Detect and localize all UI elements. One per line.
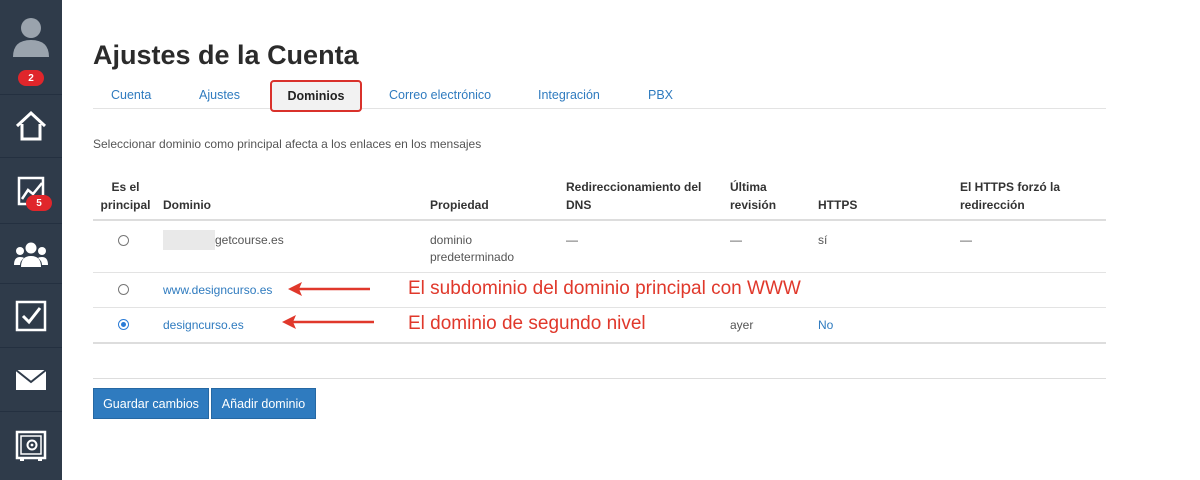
tab-integracion[interactable]: Integración xyxy=(538,88,600,102)
header-property: Propiedad xyxy=(430,198,489,212)
annotation-second-level: El dominio de segundo nivel xyxy=(408,313,646,334)
row-divider xyxy=(93,307,1106,308)
principal-radio[interactable] xyxy=(118,319,129,330)
form-footer-divider xyxy=(93,378,1106,379)
header-principal: Es el principal xyxy=(100,180,151,212)
tab-pbx[interactable]: PBX xyxy=(648,88,673,102)
sidebar-item-stats[interactable]: 5 xyxy=(0,158,62,224)
property-value: dominio predeterminado xyxy=(430,233,515,264)
sidebar-item-safe[interactable] xyxy=(0,412,62,480)
header-domain: Dominio xyxy=(163,198,211,212)
tab-correo[interactable]: Correo electrónico xyxy=(389,88,491,102)
sidebar-item-tasks[interactable] xyxy=(0,284,62,348)
header-forced-redirect: El HTTPS forzó la redirección xyxy=(960,180,1061,212)
users-icon xyxy=(14,242,48,267)
tab-cuenta[interactable]: Cuenta xyxy=(111,88,151,102)
sidebar: 2 5 xyxy=(0,0,62,480)
row-divider xyxy=(93,272,1106,273)
table-bottom-border xyxy=(93,342,1106,344)
notifications-badge: 2 xyxy=(18,70,44,86)
tabs-bar: Cuenta Ajustes Dominios Correo electróni… xyxy=(93,80,1106,112)
sidebar-item-home[interactable] xyxy=(0,95,62,158)
mail-icon xyxy=(15,368,47,390)
sidebar-item-mail[interactable] xyxy=(0,348,62,412)
header-dns: Redireccionamiento del DNS xyxy=(566,180,702,212)
dns-value: — xyxy=(566,233,578,247)
annotation-subdomain: El subdominio del dominio principal con … xyxy=(408,278,805,300)
sidebar-item-users[interactable] xyxy=(0,224,62,284)
revision-value: — xyxy=(730,233,742,247)
tab-dominios[interactable]: Dominios xyxy=(270,80,362,112)
domain-link[interactable]: www.designcurso.es xyxy=(163,282,272,299)
domain-link[interactable]: designcurso.es xyxy=(163,317,244,334)
tab-ajustes[interactable]: Ajustes xyxy=(199,88,240,102)
blurred-subdomain xyxy=(163,230,215,250)
description-text: Seleccionar dominio como principal afect… xyxy=(93,137,482,151)
profile-menu[interactable]: 2 xyxy=(0,0,62,95)
domain-name: getcourse.es xyxy=(215,233,284,247)
home-icon xyxy=(15,110,47,141)
forced-redirect-value: — xyxy=(960,233,972,247)
add-domain-button[interactable]: Añadir dominio xyxy=(211,388,316,419)
revision-value: ayer xyxy=(730,318,754,332)
principal-radio[interactable] xyxy=(118,284,129,295)
table-header-divider xyxy=(93,219,1106,221)
header-revision: Última revisión xyxy=(730,180,777,212)
header-https: HTTPS xyxy=(818,198,858,212)
annotation-arrow xyxy=(282,315,374,329)
principal-radio[interactable] xyxy=(118,235,129,246)
page-title: Ajustes de la Cuenta xyxy=(93,40,359,70)
safe-icon xyxy=(15,430,47,461)
https-value: sí xyxy=(818,233,828,247)
avatar-icon xyxy=(13,18,49,57)
tasks-icon xyxy=(15,300,47,331)
save-changes-button[interactable]: Guardar cambios xyxy=(93,388,209,419)
https-value[interactable]: No xyxy=(818,317,833,334)
stats-badge: 5 xyxy=(26,195,52,211)
annotation-arrow xyxy=(288,282,370,296)
